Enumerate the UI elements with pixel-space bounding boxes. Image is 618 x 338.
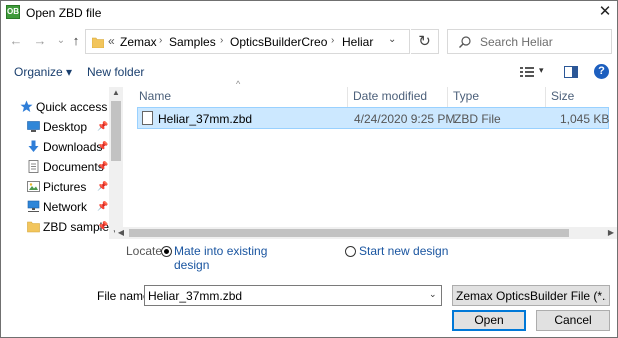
up-arrow-icon[interactable]: ↑ — [67, 31, 85, 51]
navigation-pane-scrollbar[interactable]: ▲ ▼ — [109, 87, 123, 239]
file-name: Heliar_37mm.zbd — [158, 112, 253, 126]
scroll-right-chevron-icon[interactable]: ▶ — [605, 227, 617, 239]
breadcrumb-separator[interactable]: › — [159, 35, 162, 46]
open-file-dialog: OB Open ZBD file ✕ ← → ⌄ ↑ « Zemax › Sam… — [0, 0, 618, 338]
cancel-button[interactable]: Cancel — [536, 310, 610, 331]
breadcrumb-samples[interactable]: Samples — [169, 35, 216, 49]
sidebar-item-zbd-sample[interactable]: ZBD sample 📌 — [1, 217, 111, 237]
sidebar-item-label: Desktop — [43, 120, 88, 134]
sidebar-item-label: Pictures — [43, 180, 87, 194]
pin-icon[interactable]: 📌 — [97, 161, 108, 172]
scroll-up-chevron-icon[interactable]: ▲ — [109, 87, 123, 99]
desktop-icon — [27, 121, 40, 132]
search-input[interactable] — [480, 34, 608, 50]
pictures-icon — [27, 181, 40, 192]
network-icon — [27, 200, 40, 212]
breadcrumb-zemax[interactable]: Zemax — [120, 35, 157, 49]
new-folder-button[interactable]: New folder — [87, 65, 144, 79]
scrollbar-thumb[interactable] — [111, 101, 121, 161]
open-button[interactable]: Open — [452, 310, 526, 331]
file-type: ZBD File — [454, 112, 501, 126]
sidebar-item-label: Network — [43, 200, 88, 214]
search-icon — [459, 36, 471, 48]
sidebar-item-desktop[interactable]: Desktop 📌 — [1, 117, 111, 137]
file-name-dropdown-chevron-icon[interactable]: ⌄ — [429, 289, 437, 300]
column-header-type[interactable]: Type — [453, 89, 479, 103]
column-header-name[interactable]: Name — [139, 89, 171, 103]
file-type-filter-value: Zemax OpticsBuilder File (*.zbd — [456, 289, 606, 303]
sidebar-item-documents[interactable]: Documents 📌 — [1, 157, 111, 177]
radio-start-new-design[interactable] — [345, 246, 356, 257]
radio-mate-into-existing-design[interactable] — [161, 246, 172, 257]
breadcrumb-overflow[interactable]: « — [108, 34, 115, 48]
column-header-size[interactable]: Size — [551, 89, 574, 103]
app-icon: OB — [6, 5, 20, 19]
pin-icon[interactable]: 📌 — [97, 201, 108, 212]
locate-label: Locate: — [126, 244, 166, 258]
navigation-pane: Quick access Desktop 📌 Downloads 📌 Docum… — [1, 87, 123, 239]
file-type-filter-select[interactable]: Zemax OpticsBuilder File (*.zbd — [452, 285, 610, 306]
file-list-horizontal-scrollbar[interactable]: ◀ ▶ — [115, 227, 617, 239]
file-list: ^ Name Date modified Type Size Heliar_37… — [131, 79, 617, 239]
search-box[interactable] — [447, 29, 612, 54]
preview-pane-icon[interactable] — [564, 66, 578, 78]
sidebar-item-label: Documents — [43, 160, 104, 174]
scrollbar-thumb[interactable] — [129, 229, 569, 237]
sort-ascending-icon: ^ — [236, 79, 241, 89]
star-icon — [20, 100, 33, 112]
radio-label-mate-line1[interactable]: Mate into existing — [174, 244, 267, 258]
folder-icon — [92, 37, 104, 48]
refresh-icon[interactable]: ↻ — [411, 29, 439, 54]
help-icon[interactable]: ? — [594, 64, 609, 79]
radio-label-mate-line2[interactable]: design — [174, 258, 209, 272]
column-divider[interactable] — [347, 87, 348, 107]
sidebar-item-network[interactable]: Network 📌 — [1, 197, 111, 217]
file-name-combobox[interactable]: ⌄ — [144, 285, 442, 306]
breadcrumb-separator[interactable]: › — [220, 35, 223, 46]
sidebar-item-quick-access[interactable]: Quick access — [1, 97, 111, 117]
file-size: 1,045 KB — [560, 112, 610, 126]
column-divider[interactable] — [545, 87, 546, 107]
radio-label-start-new-design[interactable]: Start new design — [359, 244, 448, 258]
download-icon — [28, 140, 39, 152]
back-arrow-icon[interactable]: ← — [7, 31, 25, 51]
file-row[interactable]: Heliar_37mm.zbd 4/24/2020 9:25 PM ZBD Fi… — [137, 107, 609, 129]
documents-icon — [28, 160, 39, 173]
view-options-icon[interactable] — [520, 67, 534, 77]
title-bar: OB Open ZBD file ✕ — [1, 1, 617, 25]
sidebar-item-label: Downloads — [43, 140, 103, 154]
scroll-left-chevron-icon[interactable]: ◀ — [115, 227, 127, 239]
breadcrumb-opticsbuildercreo[interactable]: OpticsBuilderCreo — [230, 35, 327, 49]
folder-icon — [27, 221, 40, 233]
sidebar-item-pictures[interactable]: Pictures 📌 — [1, 177, 111, 197]
address-bar[interactable]: « Zemax › Samples › OpticsBuilderCreo › … — [85, 29, 410, 54]
pin-icon[interactable]: 📌 — [97, 221, 108, 232]
pin-icon[interactable]: 📌 — [97, 181, 108, 192]
pin-icon[interactable]: 📌 — [97, 121, 108, 132]
sidebar-item-downloads[interactable]: Downloads 📌 — [1, 137, 111, 157]
pin-icon[interactable]: 📌 — [97, 141, 108, 152]
close-button[interactable]: ✕ — [593, 1, 617, 23]
view-dropdown-chevron-icon[interactable]: ▾ — [539, 65, 544, 76]
sidebar-item-label: Quick access — [36, 100, 108, 114]
window-title: Open ZBD file — [26, 6, 102, 20]
breadcrumb-heliar[interactable]: Heliar — [342, 35, 373, 49]
breadcrumb-separator[interactable]: › — [331, 35, 334, 46]
address-dropdown-chevron-icon[interactable]: ⌄ — [388, 34, 396, 45]
file-date-modified: 4/24/2020 9:25 PM — [354, 112, 456, 126]
file-name-input[interactable] — [148, 288, 418, 303]
column-divider[interactable] — [447, 87, 448, 107]
column-header-date-modified[interactable]: Date modified — [353, 89, 427, 103]
file-icon — [142, 111, 153, 125]
forward-arrow-icon[interactable]: → — [31, 31, 49, 51]
organize-menu-button[interactable]: Organize ▾ — [14, 65, 72, 79]
